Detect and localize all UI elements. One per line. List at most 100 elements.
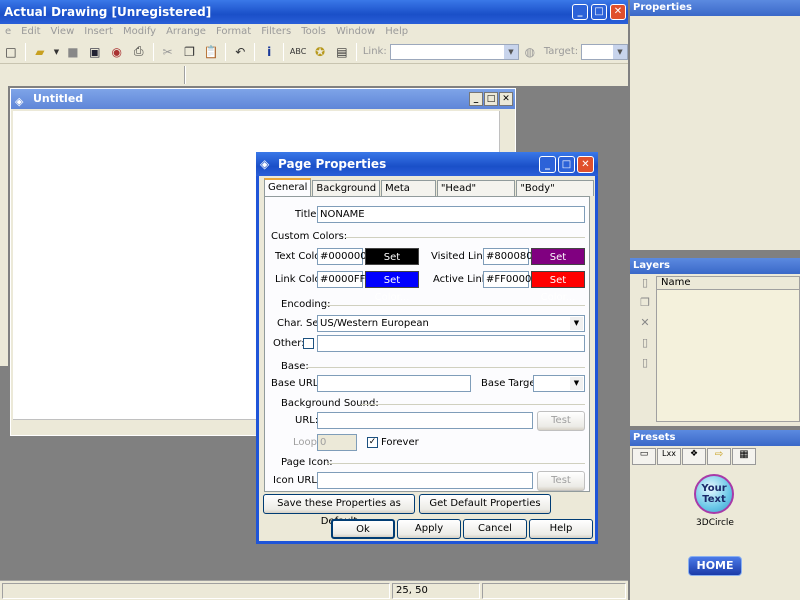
menu-view[interactable]: View: [46, 24, 80, 40]
menu-window[interactable]: Window: [331, 24, 380, 40]
doc-close-button[interactable]: ✕: [499, 92, 513, 106]
menu-tools[interactable]: Tools: [296, 24, 331, 40]
undo-icon[interactable]: ↶: [231, 42, 249, 62]
menu-insert[interactable]: Insert: [79, 24, 118, 40]
spellcheck-icon[interactable]: ABC: [289, 42, 307, 62]
layers-list[interactable]: Name: [656, 276, 800, 422]
preview-icon[interactable]: ✪: [311, 42, 329, 62]
layers-panel-title: Layers: [630, 258, 800, 274]
visited-links-button[interactable]: Set Color...: [531, 248, 585, 280]
export-icon[interactable]: ▤: [333, 42, 351, 62]
sound-test-button[interactable]: Test: [537, 411, 585, 431]
dialog-maximize-button[interactable]: □: [558, 156, 575, 173]
delete-layer-icon[interactable]: ✕: [636, 316, 654, 336]
tab-meta-tags[interactable]: Meta Tags: [381, 180, 436, 209]
save-icon[interactable]: ▣: [86, 42, 104, 62]
app-titlebar: Actual Drawing [Unregistered] _ □ ✕: [0, 0, 628, 24]
charset-select[interactable]: US/Western European ▼: [317, 315, 585, 332]
properties-panel-title: Properties: [630, 0, 800, 16]
cancel-button[interactable]: Cancel: [463, 519, 527, 539]
tab-head-section[interactable]: "Head" Section: [436, 180, 516, 209]
app-title: Actual Drawing [Unregistered]: [4, 5, 212, 19]
preset-button-icon[interactable]: ▭: [632, 448, 656, 465]
copy-layer-icon[interactable]: ❐: [636, 296, 654, 316]
preset-home-button[interactable]: HOME: [688, 556, 742, 576]
menu-file[interactable]: e: [0, 24, 16, 40]
open-folder-icon[interactable]: ▰: [31, 42, 49, 62]
link-icon[interactable]: ◍: [521, 42, 539, 62]
menu-edit[interactable]: Edit: [16, 24, 45, 40]
toolbar-separator: [152, 42, 154, 61]
forever-checkbox[interactable]: ✓: [367, 437, 378, 448]
help-button[interactable]: Help: [529, 519, 593, 539]
base-target-select[interactable]: ▼: [533, 375, 585, 392]
menu-modify[interactable]: Modify: [118, 24, 161, 40]
icon-test-button[interactable]: Test: [537, 471, 585, 491]
text-color-button[interactable]: Set Color...: [365, 248, 419, 280]
dialog-close-button[interactable]: ✕: [577, 156, 594, 173]
close-button[interactable]: ✕: [610, 4, 626, 20]
other-checkbox[interactable]: [303, 338, 314, 349]
tab-general[interactable]: General: [264, 178, 312, 197]
doc-minimize-button[interactable]: _: [469, 92, 483, 106]
link-color-button[interactable]: Set Color...: [365, 271, 419, 303]
stop-icon[interactable]: ■: [64, 42, 82, 62]
divider: [361, 404, 585, 405]
preset-text-icon[interactable]: Lxx: [657, 448, 681, 465]
left-toolbox[interactable]: [0, 86, 8, 366]
new-file-icon[interactable]: □: [2, 42, 20, 62]
dropdown-arrow-icon[interactable]: ▼: [53, 42, 60, 62]
base-url-input[interactable]: [317, 375, 471, 392]
print-icon[interactable]: ⎙: [130, 42, 148, 62]
dialog-minimize-button[interactable]: _: [539, 156, 556, 173]
link-combo[interactable]: ▼: [389, 43, 519, 60]
chevron-down-icon: ▼: [570, 377, 583, 390]
title-input[interactable]: NONAME: [317, 206, 585, 223]
status-extra: [482, 583, 626, 599]
document-icon: ◈: [15, 95, 24, 108]
apply-button[interactable]: Apply: [397, 519, 461, 539]
sound-url-input[interactable]: [317, 412, 533, 429]
ok-button[interactable]: Ok: [331, 519, 395, 539]
toolbar-separator: [225, 42, 227, 61]
info-icon[interactable]: i: [260, 42, 278, 62]
preset-shapes-icon[interactable]: ❖: [682, 448, 706, 465]
minimize-button[interactable]: _: [572, 4, 588, 20]
visited-links-input[interactable]: #800080: [483, 248, 533, 265]
preset-3dcircle[interactable]: Your Text: [694, 474, 734, 514]
active-links-input[interactable]: #FF0000: [483, 271, 531, 288]
doc-maximize-button[interactable]: □: [484, 92, 498, 106]
status-bar: 25, 50: [0, 580, 628, 600]
dialog-title: Page Properties: [278, 157, 387, 171]
text-color-input[interactable]: #000000: [317, 248, 367, 265]
save-defaults-button[interactable]: Save these Properties as Default: [263, 494, 415, 527]
target-label: Target:: [543, 46, 579, 57]
get-defaults-button[interactable]: Get Default Properties: [419, 494, 551, 514]
dialog-app-icon: ◈: [260, 157, 270, 171]
other-input[interactable]: [317, 335, 585, 352]
paste-icon[interactable]: 📋: [202, 42, 220, 62]
preset-table-icon[interactable]: ▦: [732, 448, 756, 465]
copy-icon[interactable]: ❐: [181, 42, 199, 62]
publish-icon[interactable]: ◉: [108, 42, 126, 62]
layers-tools: ▯ ❐ ✕ ▯ ▯: [636, 276, 654, 376]
page-properties-dialog: ◈ Page Properties _ □ ✕ General Backgrou…: [256, 152, 598, 544]
tab-body-section[interactable]: "Body" Section: [516, 180, 594, 209]
menu-format[interactable]: Format: [211, 24, 256, 40]
layer-up-icon[interactable]: ▯: [636, 336, 654, 356]
target-combo[interactable]: ▼: [581, 43, 628, 60]
maximize-button[interactable]: □: [591, 4, 607, 20]
cut-icon[interactable]: ✂: [159, 42, 177, 62]
preset-arrow-icon[interactable]: ⇨: [707, 448, 731, 465]
link-color-input[interactable]: #0000FF: [317, 271, 365, 288]
layer-down-icon[interactable]: ▯: [636, 356, 654, 376]
layers-column-name[interactable]: Name: [657, 277, 799, 290]
new-layer-icon[interactable]: ▯: [636, 276, 654, 296]
active-links-button[interactable]: Set Color...: [531, 271, 585, 303]
menu-filters[interactable]: Filters: [256, 24, 296, 40]
menu-arrange[interactable]: Arrange: [161, 24, 211, 40]
icon-url-input[interactable]: [317, 472, 533, 489]
menu-help[interactable]: Help: [380, 24, 413, 40]
loop-input[interactable]: 0: [317, 434, 357, 451]
tab-background[interactable]: Background: [312, 180, 381, 196]
